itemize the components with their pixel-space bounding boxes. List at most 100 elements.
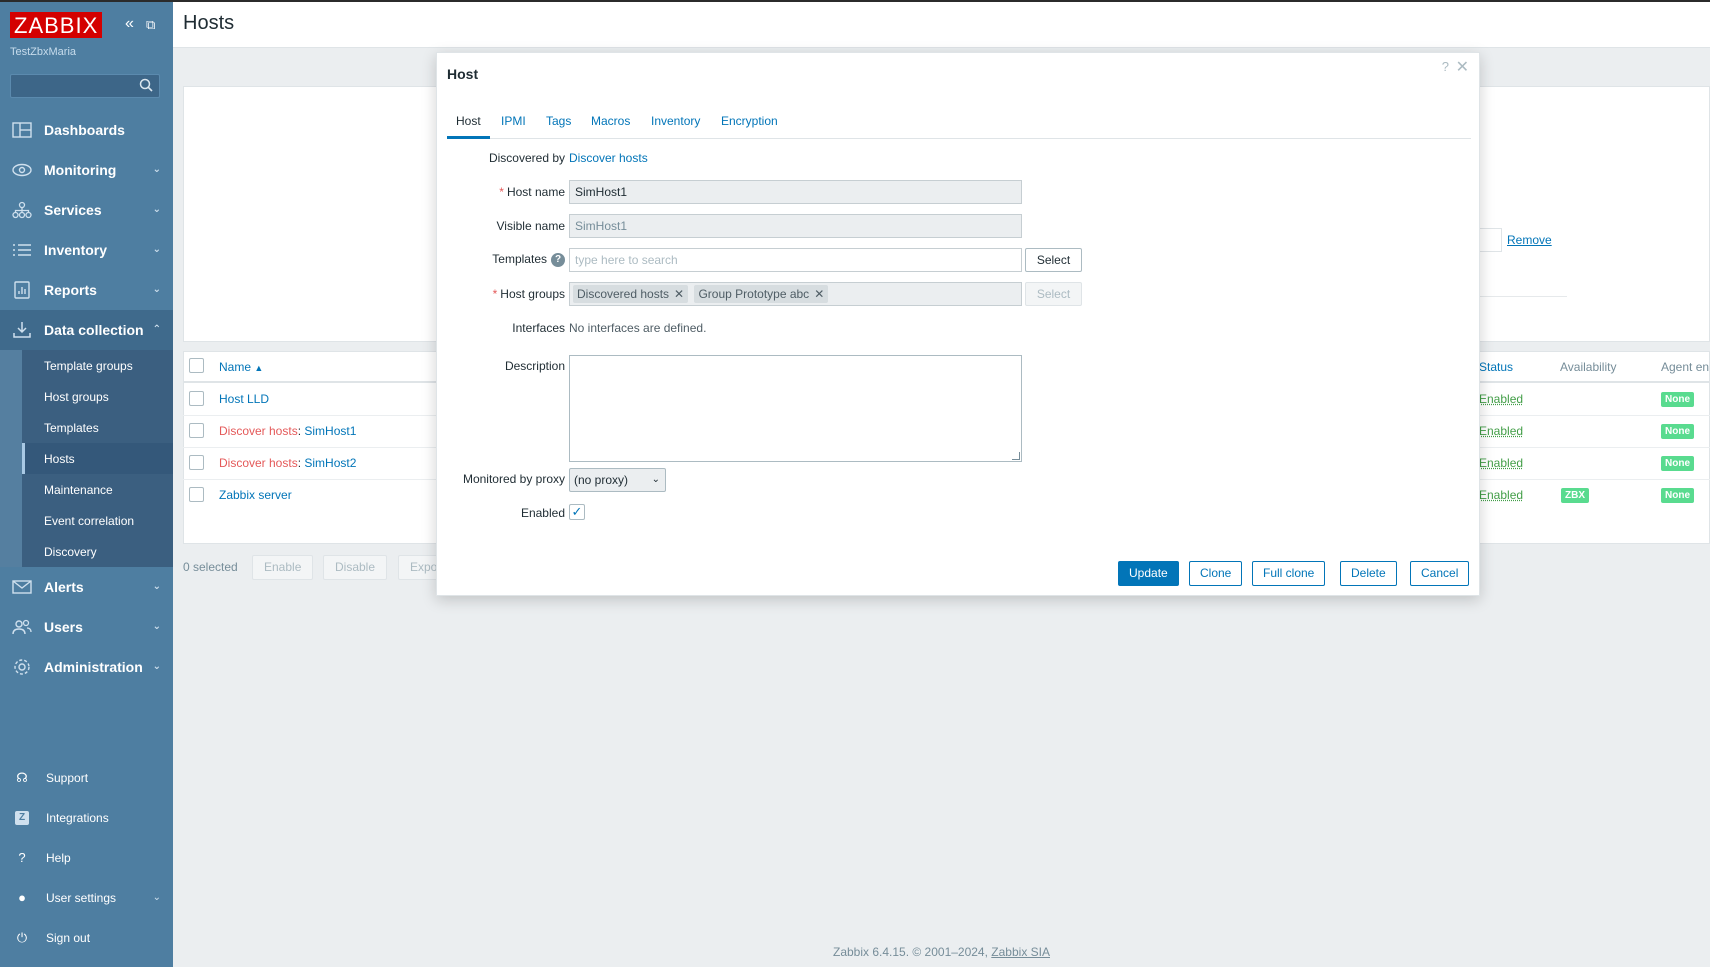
close-icon[interactable]: ✕ [1456, 57, 1469, 77]
select-all-checkbox[interactable] [189, 358, 204, 373]
nav-data-collection[interactable]: Data collection ⌃ [0, 310, 173, 350]
footer-company-link[interactable]: Zabbix SIA [991, 945, 1050, 959]
encryption-badge: None [1661, 456, 1694, 471]
visible-name-field[interactable]: SimHost1 [569, 214, 1022, 238]
nav-label: Support [46, 771, 89, 785]
delete-button[interactable]: Delete [1340, 561, 1397, 586]
full-clone-button[interactable]: Full clone [1252, 561, 1326, 586]
status-link[interactable]: Enabled [1479, 488, 1523, 502]
divider [1475, 296, 1567, 297]
nav-alerts[interactable]: Alerts ⌄ [0, 567, 173, 607]
host-groups-field[interactable]: Discovered hosts ✕ Group Prototype abc ✕ [569, 282, 1022, 306]
remove-link[interactable]: Remove [1507, 233, 1552, 247]
sub-item-event-correlation[interactable]: Event correlation [22, 505, 173, 536]
tab-ipmi[interactable]: IPMI [501, 109, 526, 139]
tab-tags[interactable]: Tags [546, 109, 571, 139]
tab-inventory[interactable]: Inventory [651, 109, 700, 139]
disable-button[interactable]: Disable [323, 555, 388, 580]
chevron-up-icon: ⌃ [152, 324, 161, 335]
chevron-down-icon: ⌄ [152, 661, 161, 672]
sub-item-hosts[interactable]: Hosts [22, 443, 173, 474]
column-header-status[interactable]: Status [1479, 360, 1513, 374]
list-icon [13, 244, 31, 256]
nav-label: Inventory [44, 242, 108, 258]
enable-button[interactable]: Enable [252, 555, 314, 580]
host-link[interactable]: Host LLD [219, 392, 269, 406]
nav-dashboards[interactable]: Dashboards [0, 110, 173, 150]
remove-chip-icon[interactable]: ✕ [814, 287, 824, 301]
host-name-field[interactable]: SimHost1 [569, 180, 1022, 204]
collapse-sidebar-icon[interactable]: « [125, 15, 134, 33]
host-group-chip: Group Prototype abc ✕ [694, 285, 829, 303]
proxy-select[interactable]: (no proxy) ⌄ [569, 468, 666, 492]
update-button[interactable]: Update [1118, 561, 1179, 586]
tab-host[interactable]: Host [447, 109, 490, 139]
nav-user-settings[interactable]: ● User settings ⌄ [0, 878, 173, 918]
resize-handle-icon[interactable] [1012, 452, 1020, 460]
nav-inventory[interactable]: Inventory ⌄ [0, 230, 173, 270]
status-link[interactable]: Enabled [1479, 424, 1523, 438]
sub-item-maintenance[interactable]: Maintenance [22, 474, 173, 505]
nav-services[interactable]: Services ⌄ [0, 190, 173, 230]
dialog-title: Host [447, 66, 479, 82]
discovery-rule-link[interactable]: Discover hosts [219, 424, 298, 438]
nav-label: Sign out [46, 931, 91, 945]
nav-administration[interactable]: Administration ⌄ [0, 647, 173, 687]
nav-label: Administration [44, 659, 143, 675]
row-checkbox[interactable] [189, 391, 204, 406]
nav-reports[interactable]: Reports ⌄ [0, 270, 173, 310]
nav-integrations[interactable]: Z Integrations [0, 798, 173, 838]
search-icon[interactable] [139, 78, 153, 92]
host-link[interactable]: Zabbix server [219, 488, 292, 502]
download-icon [13, 322, 31, 338]
status-link[interactable]: Enabled [1479, 392, 1523, 406]
nav-help[interactable]: ? Help [0, 838, 173, 878]
discovered-by-link[interactable]: Discover hosts [569, 151, 648, 165]
nav-label: Help [46, 851, 71, 865]
help-icon[interactable]: ? [551, 252, 565, 267]
enabled-checkbox[interactable]: ✓ [569, 504, 585, 520]
templates-label: Templates? [437, 252, 565, 267]
column-header-agent-encryption: Agent en [1661, 360, 1710, 374]
checkmark-icon: ✓ [571, 504, 583, 519]
sub-item-host-groups[interactable]: Host groups [22, 381, 173, 412]
row-checkbox[interactable] [189, 423, 204, 438]
nav-monitoring[interactable]: Monitoring ⌄ [0, 150, 173, 190]
host-group-chip: Discovered hosts ✕ [573, 285, 689, 303]
kiosk-mode-icon[interactable]: ⧉ [146, 17, 155, 33]
availability-badge[interactable]: ZBX [1561, 488, 1589, 503]
row-checkbox[interactable] [189, 487, 204, 502]
tab-macros[interactable]: Macros [591, 109, 630, 139]
help-icon[interactable]: ? [1442, 59, 1449, 74]
sub-item-templates[interactable]: Templates [22, 412, 173, 443]
host-name-cell: Discover hosts: SimHost1 [219, 424, 357, 438]
chevron-down-icon: ⌄ [152, 892, 161, 903]
power-icon: ⏻ [16, 930, 28, 945]
templates-select-button[interactable]: Select [1025, 248, 1082, 272]
templates-search-input[interactable]: type here to search [569, 248, 1022, 272]
clone-button[interactable]: Clone [1189, 561, 1243, 586]
tab-encryption[interactable]: Encryption [721, 109, 778, 139]
nav-support[interactable]: ☊ Support [0, 758, 173, 798]
nav-users[interactable]: Users ⌄ [0, 607, 173, 647]
description-textarea[interactable] [569, 355, 1022, 462]
discovery-rule-link[interactable]: Discover hosts [219, 456, 298, 470]
zabbix-logo[interactable]: ZABBIX [10, 12, 103, 38]
remove-chip-icon[interactable]: ✕ [674, 287, 684, 301]
footer: Zabbix 6.4.15. © 2001–2024, Zabbix SIA [832, 945, 1050, 959]
status-link[interactable]: Enabled [1479, 456, 1523, 470]
host-link[interactable]: SimHost2 [304, 456, 356, 470]
sidebar-search-input[interactable] [10, 74, 160, 98]
host-link[interactable]: SimHost1 [304, 424, 356, 438]
nav-label: Data collection [44, 322, 144, 338]
chevron-down-icon: ⌄ [152, 284, 161, 295]
org-name: TestZbxMaria [10, 46, 77, 58]
chevron-down-icon: ⌄ [152, 204, 161, 215]
sub-item-template-groups[interactable]: Template groups [22, 350, 173, 381]
envelope-icon [12, 580, 32, 594]
host-groups-select-button: Select [1025, 282, 1082, 306]
sub-item-discovery[interactable]: Discovery [22, 536, 173, 567]
cancel-button[interactable]: Cancel [1410, 561, 1470, 586]
row-checkbox[interactable] [189, 455, 204, 470]
column-header-name[interactable]: Name ▲ [219, 360, 263, 374]
